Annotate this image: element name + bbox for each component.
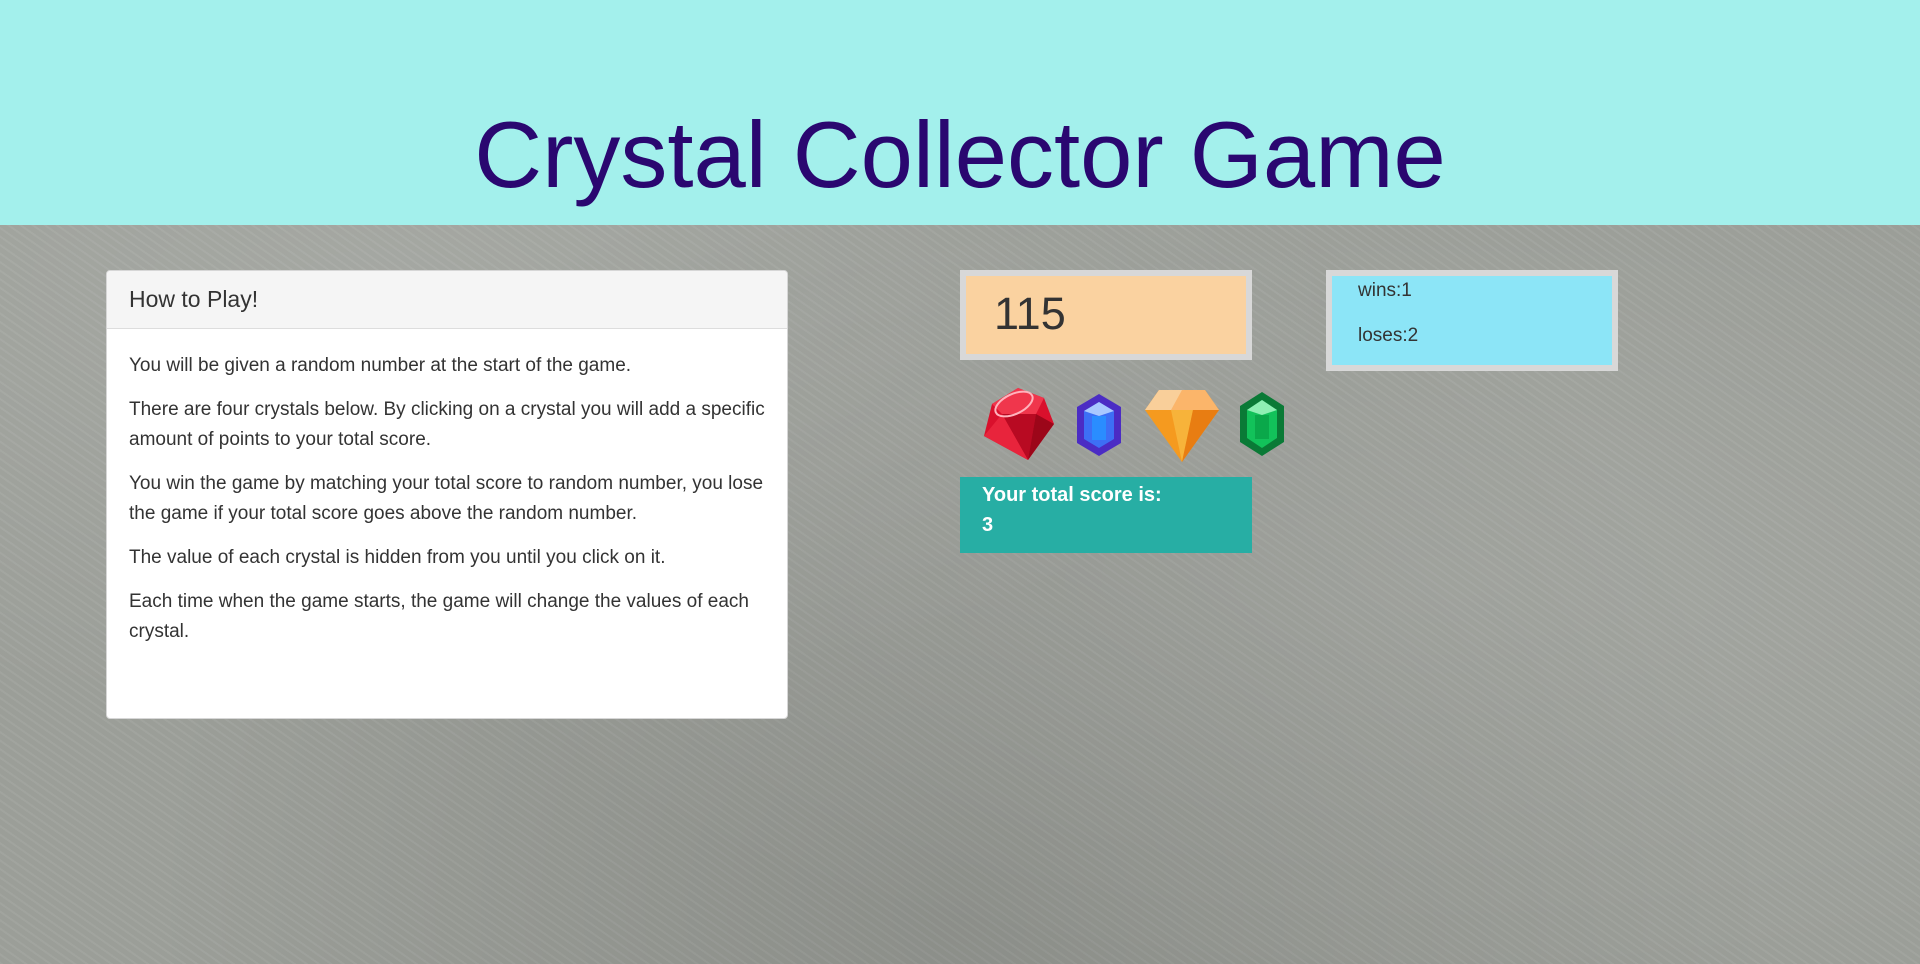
total-score-value: 3 [982, 514, 994, 536]
instruction-paragraph: The value of each crystal is hidden from… [129, 547, 666, 568]
page-header: Crystal Collector Game [0, 0, 1920, 225]
wins-counter: wins:1 [1358, 280, 1412, 301]
ruby-icon [984, 388, 1054, 460]
how-to-play-panel: How to Play! You will be given a random … [106, 270, 788, 719]
how-to-play-body: You will be given a random number at the… [107, 329, 787, 647]
orange-crystal-button[interactable] [1143, 386, 1221, 464]
win-loss-box: wins:1 loses:2 [1326, 270, 1618, 371]
green-crystal-button[interactable] [1238, 390, 1286, 458]
how-to-play-heading: How to Play! [107, 271, 787, 329]
instruction-paragraph: Each time when the game starts, the game… [129, 591, 749, 642]
sapphire-icon [1077, 394, 1121, 456]
total-score-label: Your total score is: [982, 484, 1162, 506]
instruction-paragraph: You will be given a random number at the… [129, 355, 632, 376]
target-number: 115 [994, 288, 1066, 339]
diamond-icon [1145, 390, 1219, 462]
instruction-paragraph: There are four crystals below. By clicki… [129, 399, 765, 450]
target-number-box: 115 [960, 270, 1252, 360]
blue-crystal-button[interactable] [1075, 392, 1123, 458]
red-crystal-button[interactable] [978, 384, 1058, 464]
emerald-icon [1240, 392, 1284, 456]
instruction-paragraph: You win the game by matching your total … [129, 473, 764, 524]
page-title: Crystal Collector Game [474, 102, 1446, 207]
total-score-box: Your total score is: 3 [960, 477, 1252, 553]
loses-counter: loses:2 [1358, 325, 1419, 346]
